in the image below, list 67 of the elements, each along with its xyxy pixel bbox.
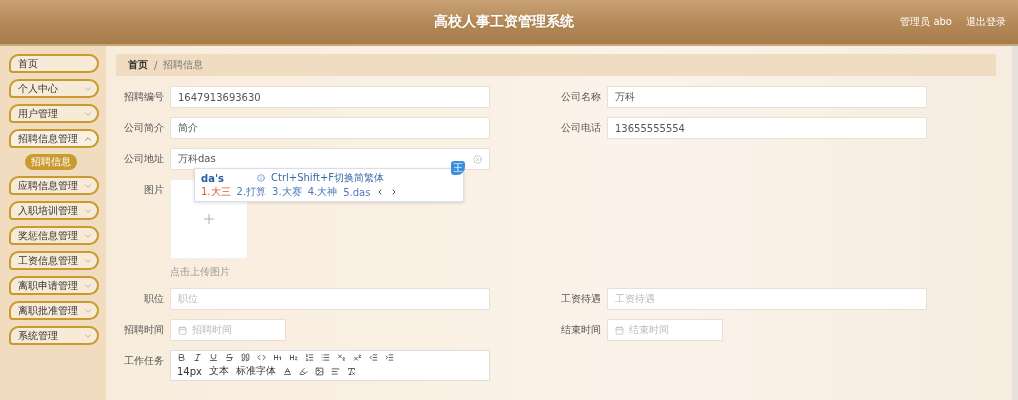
indent-icon[interactable] — [385, 353, 394, 362]
heading-2-icon[interactable] — [289, 353, 298, 362]
input-field[interactable]: 万科 — [607, 86, 927, 108]
strikethrough-icon[interactable] — [225, 353, 234, 362]
field-label: 工作任务 — [123, 354, 164, 368]
input-field[interactable]: 简介 — [170, 117, 490, 139]
app-title: 高校人事工资管理系统 — [433, 13, 576, 31]
field-label: 图片 — [143, 183, 164, 197]
field-label: 招聘编号 — [123, 90, 164, 104]
field-label: 招聘时间 — [123, 323, 164, 337]
ime-logo: 王 — [451, 161, 465, 175]
field-label: 结束时间 — [560, 323, 601, 337]
sidebar-item[interactable]: 入职培训管理 — [9, 201, 99, 220]
outdent-icon[interactable] — [369, 353, 378, 362]
ime-hint: Ctrl+Shift+F切换简繁体 — [271, 171, 385, 185]
heading-1-icon[interactable] — [273, 353, 282, 362]
ordered-list-icon[interactable] — [305, 353, 314, 362]
ime-input-text: da's — [201, 172, 225, 184]
sidebar-item[interactable]: 系统管理 — [9, 326, 99, 345]
ime-candidate[interactable]: 1.大三 — [201, 185, 231, 199]
breadcrumb-item: 招聘信息 — [163, 58, 204, 72]
sidebar-item[interactable]: 离职批准管理 — [9, 301, 99, 320]
calendar-icon — [615, 325, 624, 335]
bold-icon[interactable] — [177, 353, 186, 362]
subscript-icon[interactable] — [337, 353, 346, 362]
field-label: 公司电话 — [560, 121, 601, 135]
breadcrumb-separator: / — [154, 59, 158, 71]
field-label: 公司简介 — [123, 121, 164, 135]
sidebar-item[interactable]: 离职申请管理 — [9, 276, 99, 295]
toolbar-select[interactable]: 文本 — [209, 364, 229, 378]
list-icon[interactable] — [321, 353, 330, 362]
font-color-icon[interactable] — [283, 366, 292, 376]
breadcrumb-item[interactable]: 首页 — [128, 58, 148, 72]
field-label: 公司名称 — [560, 90, 601, 104]
sidebar-item[interactable]: 工资信息管理 — [9, 251, 99, 270]
italic-icon[interactable] — [193, 353, 202, 362]
code-icon[interactable] — [257, 353, 266, 362]
image-icon[interactable] — [315, 366, 324, 376]
upload-hint: 点击上传图片 — [170, 265, 231, 279]
quote-icon[interactable] — [241, 353, 250, 362]
sidebar-item[interactable]: 招聘信息管理 — [9, 129, 99, 148]
sidebar-item[interactable]: 应聘信息管理 — [9, 176, 99, 195]
calendar-icon — [178, 325, 187, 335]
input-field[interactable]: 13655555554 — [607, 117, 927, 139]
superscript-icon[interactable] — [353, 353, 362, 362]
field-label: 职位 — [143, 292, 164, 306]
toolbar-select[interactable]: 标准字体 — [236, 364, 276, 378]
sidebar-item[interactable]: 用户管理 — [9, 104, 99, 123]
info-icon — [257, 174, 265, 182]
align-icon[interactable] — [331, 366, 340, 376]
user-name: 管理员 abo — [900, 15, 952, 29]
sidebar-item[interactable]: 个人中心 — [9, 79, 99, 98]
field-label: 公司地址 — [123, 152, 164, 166]
clear-format-icon[interactable] — [347, 366, 356, 376]
toolbar-select[interactable]: 14px — [177, 365, 202, 377]
ime-candidate[interactable]: 2.打算 — [236, 185, 267, 199]
highlight-icon[interactable] — [299, 366, 308, 376]
underline-icon[interactable] — [209, 353, 218, 362]
rich-text-editor[interactable]: 14px 文本 标准字体 — [170, 350, 490, 381]
ime-candidate[interactable]: 4.大神 — [307, 185, 338, 199]
sidebar-item[interactable]: 首页 — [9, 54, 99, 73]
ime-candidate[interactable]: 3.大赛 — [272, 185, 302, 199]
plus-icon — [201, 211, 217, 227]
ime-candidate[interactable]: 5.das — [343, 186, 371, 198]
field-label: 工资待遇 — [560, 292, 601, 306]
sidebar-item[interactable]: 奖惩信息管理 — [9, 226, 99, 245]
input-field[interactable]: 1647913693630 — [170, 86, 490, 108]
